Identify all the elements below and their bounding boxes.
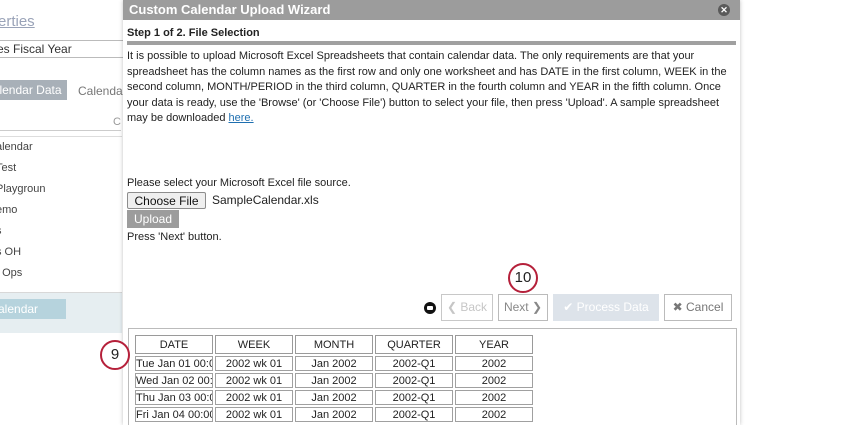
cell-date: Tue Jan 01 00:00 <box>135 356 213 371</box>
table-row: Thu Jan 03 00:00 2002 wk 01 Jan 2002 200… <box>135 390 533 405</box>
next-button[interactable]: Next ❯ <box>498 294 548 321</box>
bg-list-item[interactable]: Playgroun <box>0 179 122 200</box>
cell-year: 2002 <box>455 373 533 388</box>
table-row: Wed Jan 02 00:00 2002 wk 01 Jan 2002 200… <box>135 373 533 388</box>
bg-list-item[interactable]: t Ops <box>0 263 122 284</box>
col-header-week: WEEK <box>215 335 293 354</box>
cell-month: Jan 2002 <box>295 407 373 422</box>
back-button[interactable]: ❮ Back <box>441 294 493 321</box>
step-divider <box>127 41 736 45</box>
instructions-body: It is possible to upload Microsoft Excel… <box>127 50 727 124</box>
search-icon: C <box>113 116 121 128</box>
bg-calendar-select[interactable]: es Fiscal Year <box>0 40 123 58</box>
bg-search-field[interactable]: C <box>0 116 121 131</box>
press-next-hint: Press 'Next' button. <box>127 231 222 243</box>
col-header-month: MONTH <box>295 335 373 354</box>
cell-week: 2002 wk 01 <box>215 390 293 405</box>
cancel-button[interactable]: ✖ Cancel <box>664 294 732 321</box>
cell-year: 2002 <box>455 390 533 405</box>
bg-tab-calendar[interactable]: Calendar <box>78 84 123 98</box>
file-source-label: Please select your Microsoft Excel file … <box>127 177 351 189</box>
cell-week: 2002 wk 01 <box>215 373 293 388</box>
calendar-preview-table: DATE WEEK MONTH QUARTER YEAR Tue Jan 01 … <box>133 333 535 424</box>
cell-week: 2002 wk 01 <box>215 356 293 371</box>
step-heading: Step 1 of 2. File Selection <box>127 27 260 39</box>
bg-tab-calendar-data[interactable]: lendar Data <box>0 80 67 100</box>
help-icon[interactable] <box>424 302 436 314</box>
bg-list-item[interactable]: s OH <box>0 242 122 263</box>
choose-file-button[interactable]: Choose File <box>127 192 206 209</box>
cell-month: Jan 2002 <box>295 356 373 371</box>
cell-quarter: 2002-Q1 <box>375 407 453 422</box>
bg-list-item[interactable]: emo <box>0 200 122 221</box>
bg-list-item[interactable]: s <box>0 221 122 242</box>
cell-date: Thu Jan 03 00:00 <box>135 390 213 405</box>
upload-wizard-dialog: Custom Calendar Upload Wizard ✕ Step 1 o… <box>123 0 740 425</box>
dialog-title: Custom Calendar Upload Wizard <box>129 2 331 17</box>
bg-calendar-button[interactable]: alendar <box>0 299 66 319</box>
upload-button[interactable]: Upload <box>127 210 179 228</box>
bg-list-item[interactable]: alendar <box>0 137 122 158</box>
cell-date-text: Fri Jan 04 00:00 <box>136 408 212 421</box>
cell-date: Fri Jan 04 00:00 <box>135 407 213 422</box>
cell-quarter: 2002-Q1 <box>375 373 453 388</box>
instructions-text: It is possible to upload Microsoft Excel… <box>127 49 739 127</box>
close-icon[interactable]: ✕ <box>718 4 730 16</box>
process-data-button[interactable]: ✔ Process Data <box>553 294 659 321</box>
bg-list-item[interactable]: Test <box>0 158 122 179</box>
preview-table-container[interactable]: DATE WEEK MONTH QUARTER YEAR Tue Jan 01 … <box>128 328 737 425</box>
bg-calendar-list: alendar Test Playgroun emo s s OH t Ops <box>0 136 122 284</box>
cell-month: Jan 2002 <box>295 373 373 388</box>
cell-month: Jan 2002 <box>295 390 373 405</box>
cell-date-text: Tue Jan 01 00:00 <box>136 357 212 370</box>
callout-10: 10 <box>508 263 538 293</box>
selected-file-name: SampleCalendar.xls <box>212 193 319 207</box>
cell-year: 2002 <box>455 356 533 371</box>
dialog-titlebar[interactable]: Custom Calendar Upload Wizard ✕ <box>123 0 740 20</box>
cell-year: 2002 <box>455 407 533 422</box>
cell-date-text: Wed Jan 02 00:00 <box>136 374 212 387</box>
table-row: Tue Jan 01 00:00 2002 wk 01 Jan 2002 200… <box>135 356 533 371</box>
bg-selection-panel: alendar <box>0 292 122 333</box>
sample-download-link[interactable]: here. <box>229 112 254 124</box>
bg-page-title[interactable]: erties <box>0 13 35 30</box>
col-header-quarter: QUARTER <box>375 335 453 354</box>
col-header-year: YEAR <box>455 335 533 354</box>
cell-date: Wed Jan 02 00:00 <box>135 373 213 388</box>
callout-9: 9 <box>100 340 130 370</box>
col-header-date: DATE <box>135 335 213 354</box>
cell-date-text: Thu Jan 03 00:00 <box>136 391 212 404</box>
table-row: Fri Jan 04 00:00 2002 wk 01 Jan 2002 200… <box>135 407 533 422</box>
cell-week: 2002 wk 01 <box>215 407 293 422</box>
table-header-row: DATE WEEK MONTH QUARTER YEAR <box>135 335 533 354</box>
cell-quarter: 2002-Q1 <box>375 356 453 371</box>
cell-quarter: 2002-Q1 <box>375 390 453 405</box>
